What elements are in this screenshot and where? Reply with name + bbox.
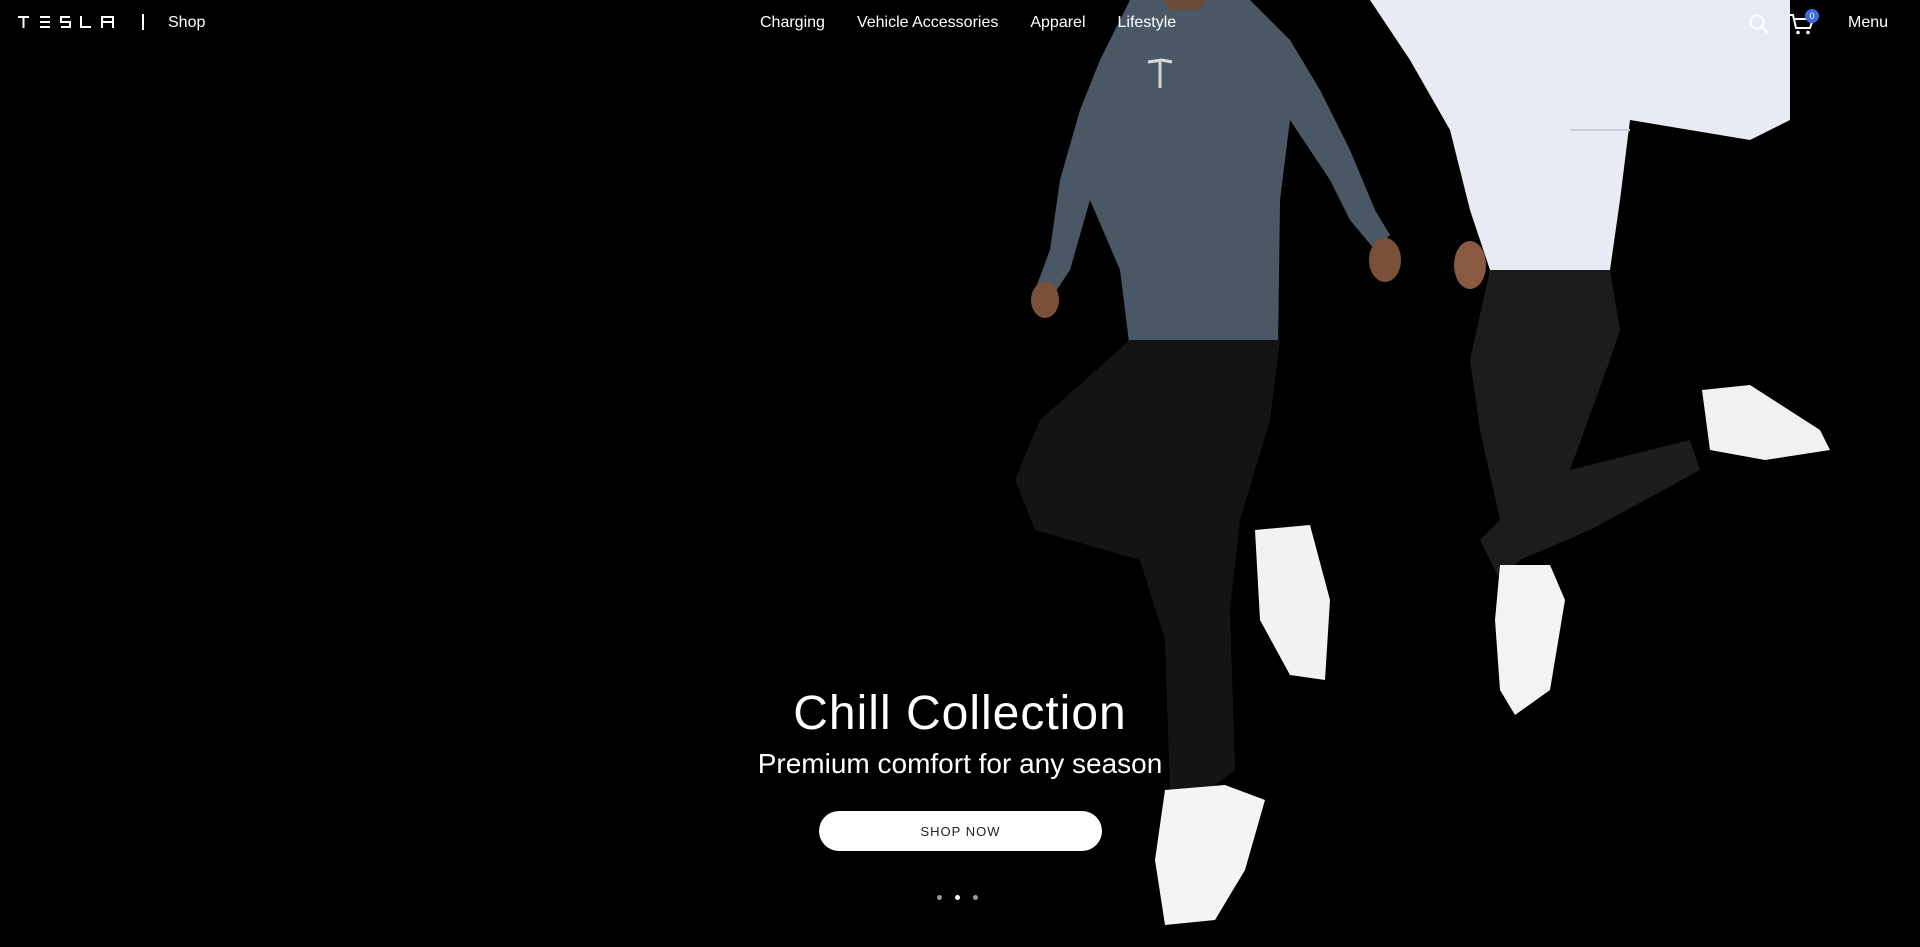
header-divider bbox=[142, 14, 144, 30]
hero-apparel-photo bbox=[1015, 0, 1830, 925]
shop-now-button[interactable]: SHOP NOW bbox=[819, 811, 1102, 851]
hero-title: Chill Collection bbox=[793, 687, 1127, 740]
hero-subtitle: Premium comfort for any season bbox=[757, 748, 1163, 779]
cart-count-badge: 0 bbox=[1805, 9, 1819, 23]
carousel-dot-3[interactable] bbox=[973, 895, 978, 900]
menu-button[interactable]: Menu bbox=[1848, 14, 1888, 32]
tesla-logo[interactable] bbox=[18, 16, 118, 28]
carousel-dot-1[interactable] bbox=[937, 895, 942, 900]
hero-banner: Chill Collection Premium comfort for any… bbox=[0, 0, 1920, 947]
search-icon[interactable] bbox=[1748, 13, 1770, 35]
nav-lifestyle[interactable]: Lifestyle bbox=[1118, 14, 1177, 32]
nav-vehicle-accessories[interactable]: Vehicle Accessories bbox=[857, 14, 998, 32]
carousel-indicator bbox=[937, 895, 978, 900]
carousel-dot-2[interactable] bbox=[955, 895, 960, 900]
nav-charging[interactable]: Charging bbox=[760, 14, 825, 32]
top-navigation: Shop Charging Vehicle Accessories Appare… bbox=[0, 0, 1920, 46]
shop-link[interactable]: Shop bbox=[168, 14, 205, 32]
tesla-wordmark-icon bbox=[18, 16, 114, 28]
main-nav: Charging Vehicle Accessories Apparel Lif… bbox=[760, 14, 1176, 32]
nav-apparel[interactable]: Apparel bbox=[1030, 14, 1085, 32]
